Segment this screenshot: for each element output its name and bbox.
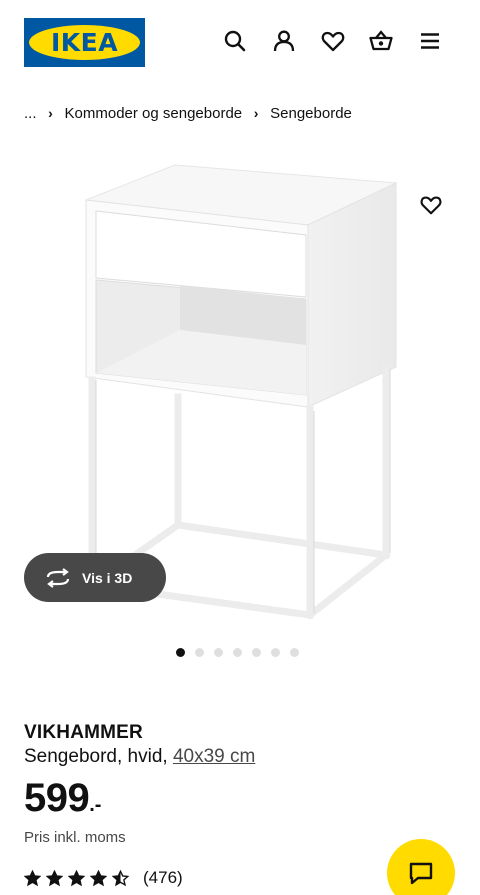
breadcrumb: ... › Kommoder og sengeborde › Sengebord… [24,103,352,123]
review-count: (476) [143,868,183,887]
rotate-3d-icon [46,567,70,588]
rating-stars [24,869,129,887]
carousel-dot[interactable] [252,648,261,657]
save-favourite-button[interactable] [412,186,450,224]
carousel-dot[interactable] [195,648,204,657]
product-rating[interactable]: (476) [24,867,183,889]
star-full-icon [24,869,41,886]
product-price: 599 .- [24,776,101,821]
site-header: IKEA [0,0,480,86]
carousel-dot[interactable] [233,648,242,657]
product-image-gallery[interactable]: Vis i 3D [0,145,480,640]
ikea-logo[interactable]: IKEA [24,18,145,67]
breadcrumb-item-dressers[interactable]: Kommoder og sengeborde [65,105,243,122]
image-carousel-dots [176,648,299,658]
view-in-3d-label: Vis i 3D [82,569,133,586]
product-name: VIKHAMMER [24,722,143,743]
heart-icon[interactable] [320,28,346,54]
chat-button[interactable] [387,839,455,895]
star-full-icon [90,869,107,886]
breadcrumb-ellipsis[interactable]: ... [24,105,37,122]
price-amount: 599 [24,776,90,820]
chevron-right-icon: › [253,105,259,121]
user-icon[interactable] [271,28,297,54]
carousel-dot[interactable] [176,648,185,657]
basket-icon[interactable] [368,28,394,54]
carousel-dot[interactable] [290,648,299,657]
product-size-link[interactable]: 40x39 cm [173,746,255,767]
star-full-icon [46,869,63,886]
breadcrumb-item-bedside-tables[interactable]: Sengeborde [270,105,352,122]
price-vat-note: Pris inkl. moms [24,829,126,846]
heart-icon [420,196,442,215]
view-in-3d-button[interactable]: Vis i 3D [24,553,166,602]
chevron-right-icon: › [48,105,53,121]
carousel-dot[interactable] [271,648,280,657]
star-full-icon [68,869,85,886]
price-suffix: .- [89,794,102,816]
search-icon[interactable] [222,28,248,54]
product-description: Sengebord, hvid, 40x39 cm [24,746,255,768]
product-type-text: Sengebord, hvid, [24,746,173,767]
star-half-icon [112,869,129,886]
chat-icon [409,862,433,885]
menu-icon[interactable] [417,28,443,54]
logo-text: IKEA [50,28,119,57]
carousel-dot[interactable] [214,648,223,657]
